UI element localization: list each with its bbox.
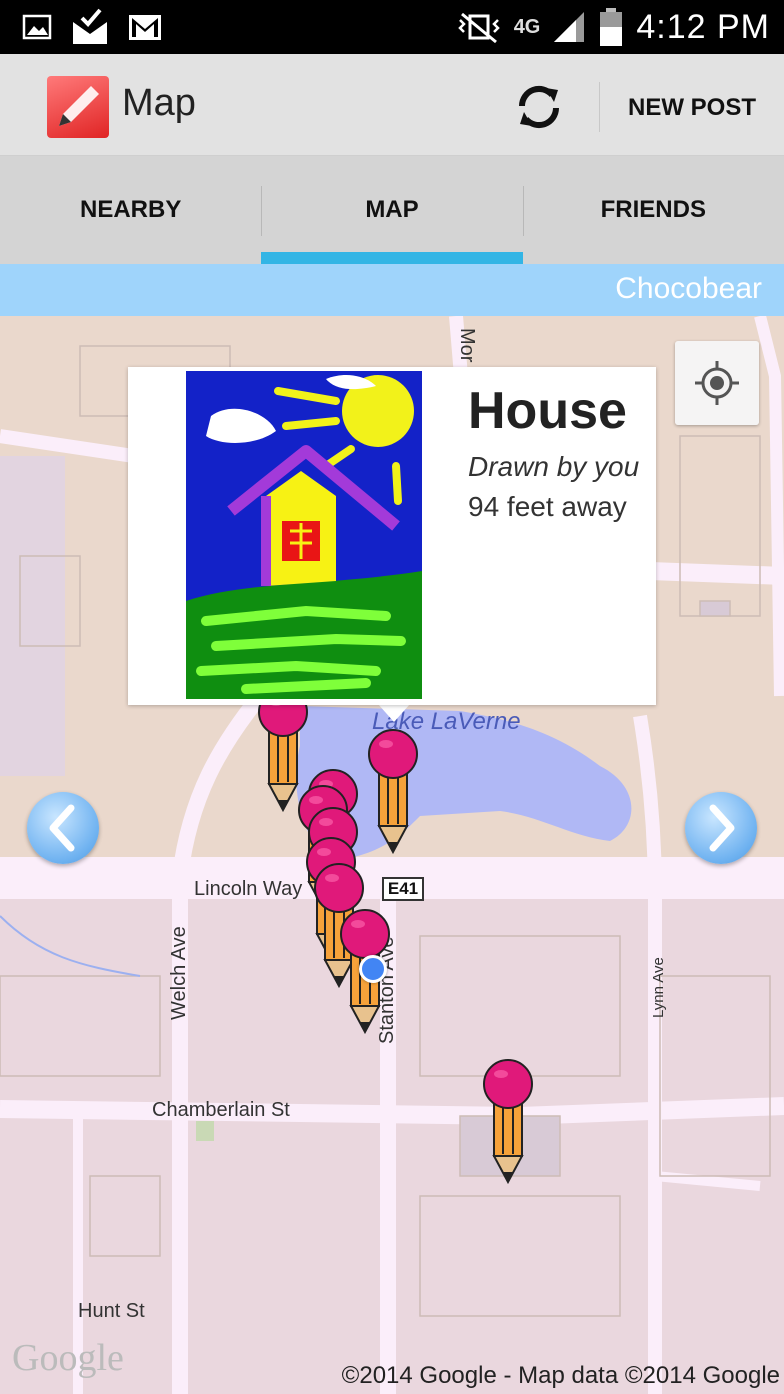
map-pin[interactable] xyxy=(481,1058,535,1184)
map-pin[interactable] xyxy=(366,728,420,854)
street-label-morrill: Mor xyxy=(456,328,478,363)
tab-bar: NEARBY MAP FRIENDS xyxy=(0,156,784,264)
post-info-window[interactable]: House Drawn by you 94 feet away xyxy=(128,367,656,705)
mail-check-icon xyxy=(73,8,107,44)
map-copyright: ©2014 Google - Map data ©2014 Google xyxy=(341,1362,780,1389)
post-title: House xyxy=(468,382,627,440)
my-location-button[interactable] xyxy=(675,341,759,425)
map-view[interactable]: Mor Lake LaVerne Lincoln Way E41 Welch A… xyxy=(0,316,784,1394)
gmail-icon xyxy=(129,15,161,40)
street-label-lynn: Lynn Ave xyxy=(650,957,667,1018)
clock: 4:12 PM xyxy=(636,7,770,46)
post-drawing-thumbnail[interactable] xyxy=(186,371,422,699)
crosshair-icon xyxy=(695,361,739,405)
highway-shield: E41 xyxy=(382,877,424,901)
refresh-icon xyxy=(518,85,560,129)
chevron-right-icon xyxy=(709,804,735,852)
street-label-welch: Welch Ave xyxy=(168,926,190,1020)
chevron-left-icon xyxy=(49,804,75,852)
post-author: Drawn by you xyxy=(468,451,640,482)
user-name[interactable]: Chocobear xyxy=(615,272,762,306)
battery-icon xyxy=(600,8,623,46)
next-post-button[interactable] xyxy=(685,792,757,864)
street-label-lincoln: Lincoln Way xyxy=(194,878,303,900)
user-bar: Chocobear xyxy=(0,264,784,316)
tab-friends[interactable]: FRIENDS xyxy=(522,156,784,264)
signal-icon xyxy=(554,12,585,42)
action-bar: Map NEW POST xyxy=(0,54,784,156)
pencil-app-icon[interactable] xyxy=(47,76,109,138)
action-divider xyxy=(599,82,600,132)
previous-post-button[interactable] xyxy=(27,792,99,864)
tab-map[interactable]: MAP xyxy=(261,156,523,264)
popup-pointer xyxy=(378,704,410,722)
gallery-icon xyxy=(22,14,52,40)
tab-nearby[interactable]: NEARBY xyxy=(0,156,261,264)
status-bar: 4G 4:12 PM xyxy=(0,0,784,54)
street-label-hunt: Hunt St xyxy=(78,1300,145,1322)
network-4g-icon: 4G xyxy=(513,15,541,38)
street-label-chamberlain: Chamberlain St xyxy=(152,1099,290,1121)
google-logo: Google xyxy=(12,1337,124,1379)
post-distance: 94 feet away xyxy=(468,491,627,522)
page-title: Map xyxy=(122,82,196,124)
new-post-button[interactable]: NEW POST xyxy=(612,88,772,128)
refresh-button[interactable] xyxy=(508,76,570,138)
my-location-dot xyxy=(359,955,387,983)
vibrate-mute-icon xyxy=(457,12,500,44)
